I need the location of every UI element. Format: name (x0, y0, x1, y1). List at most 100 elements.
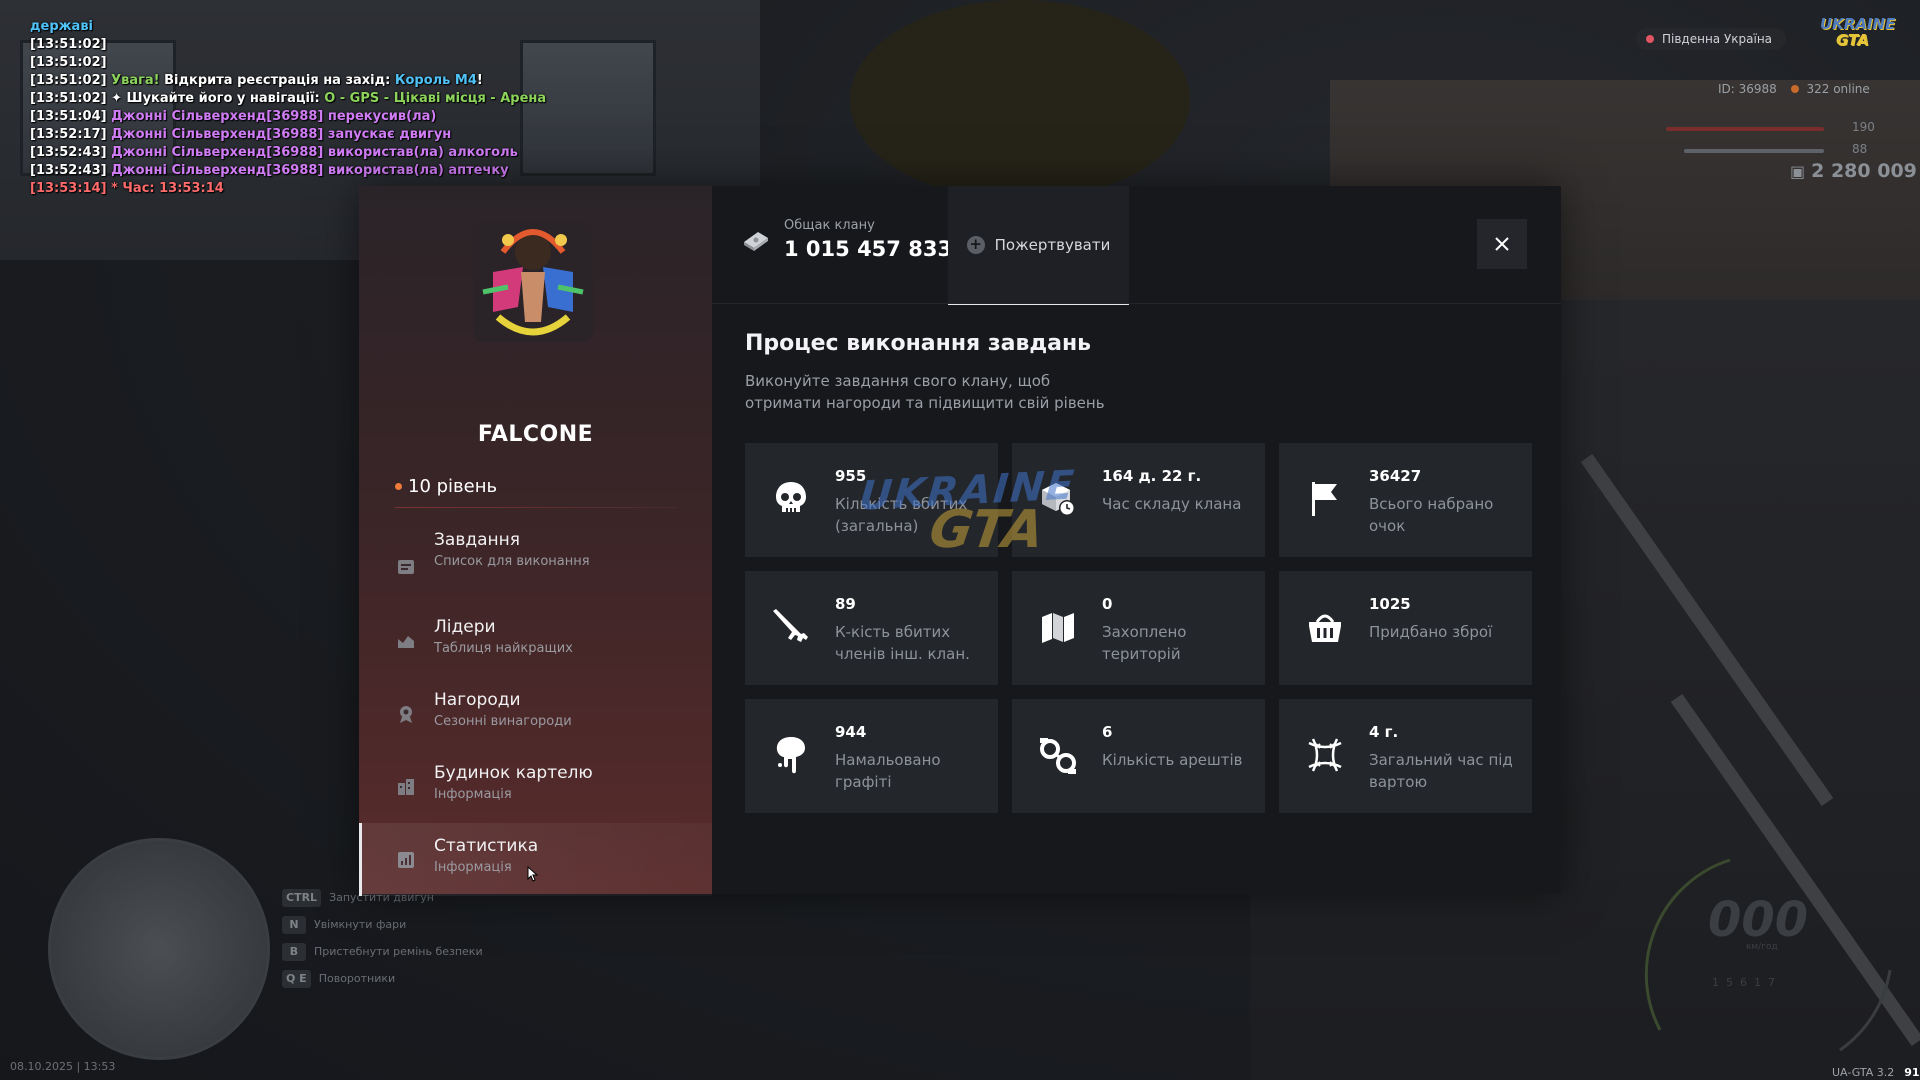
menu-item-title: Лідери (434, 617, 496, 637)
menu-item-title: Статистика (434, 836, 539, 856)
minimap (48, 838, 270, 1060)
health-bar (1666, 127, 1824, 131)
stat-card-territories: 0 Захоплено територій (1012, 571, 1265, 685)
level-dot-icon (395, 483, 402, 490)
money-value: 2 280 009 (1811, 160, 1917, 182)
stat-label: Загальний час під вартою (1369, 751, 1513, 791)
menu-item-leaders[interactable]: Лідери Таблиця найкращих (359, 604, 712, 677)
server-name: Південна Україна (1662, 32, 1773, 46)
gear-indicator: 1 5 6 1 7 (1712, 976, 1775, 989)
stat-card-points: 36427 Всього набрано очок (1279, 443, 1532, 557)
key-cap: B (282, 942, 306, 961)
stat-card-graffiti: 944 Намальовано графіті (745, 699, 998, 813)
flag-icon (1303, 477, 1347, 521)
chat-text: Увага! (106, 73, 165, 88)
game-logo: UKRAINE GTA (1820, 16, 1895, 48)
chat-timestamp: [13:52:43] (30, 145, 107, 160)
menu-item-tasks[interactable]: Завдання Список для виконання (359, 530, 712, 604)
chat-line: [13:51:02] (30, 36, 546, 54)
chat-line: [13:52:17] Джонні Сільверхенд[36988] зап… (30, 126, 546, 144)
stat-card-clan-age: 164 д. 22 г. Час складу клана (1012, 443, 1265, 557)
key-cap: N (282, 915, 306, 934)
clan-treasury: Общак клану 1 015 457 833 (742, 218, 952, 261)
money-display: ▣ 2 280 009 (1790, 160, 1917, 182)
money-stack-icon (744, 231, 768, 251)
stat-value: 0 (1102, 595, 1113, 613)
key-hints: CTRL Запустити двигун N Увімкнути фари B Прис… (282, 884, 483, 992)
key-hint-label: Увімкнути фари (314, 918, 407, 931)
stat-card-kills: 955 Кількість вбитих (загальна) (745, 443, 998, 557)
menu-item-subtitle: Інформація (434, 860, 512, 875)
server-status-icon (1646, 35, 1654, 43)
menu-item-subtitle: Сезонні винагороди (434, 714, 572, 729)
treasury-label: Общак клану (784, 218, 875, 233)
chat-timestamp: [13:51:04] (30, 109, 107, 124)
fps-counter: 91 (1904, 1066, 1920, 1079)
plus-icon: + (966, 235, 985, 254)
key-hint-label: Поворотники (318, 972, 396, 985)
chat-timestamp: [13:53:14] (30, 181, 107, 196)
barbed-wire-icon (1303, 733, 1347, 777)
section-description: Виконуйте завдання свого клану, щоб отри… (745, 372, 1105, 412)
stat-value: 4 г. (1369, 723, 1399, 741)
game-logo-line2: GTA (1836, 31, 1869, 49)
menu-item-statistics[interactable]: Статистика Інформація (359, 823, 712, 896)
player-id: ID: 36988 (1718, 82, 1777, 96)
stat-card-rival-kills: 89 К-кість вбитих членів інш. клан. (745, 571, 998, 685)
donate-label: Пожертвувати (994, 235, 1111, 254)
chat-text: Джонні Сільверхенд[36988] використав(ла)… (106, 163, 509, 178)
menu-item-title: Нагороди (434, 690, 521, 710)
basket-icon (1303, 605, 1347, 649)
chat-text: ✦ Шукайте його у навігації: (106, 91, 325, 106)
house-icon (395, 776, 417, 798)
chat-timestamp: [13:51:02] (30, 55, 107, 70)
stat-label: Кількість вбитих (загальна) (835, 495, 968, 535)
stat-card-arrests: 6 Кількість арештів (1012, 699, 1265, 813)
stat-value: 36427 (1369, 467, 1422, 485)
stat-value: 944 (835, 723, 867, 741)
clan-level-text: 10 рівень (408, 476, 498, 497)
clan-sidebar: FALCONE 10 рівень Завдання Список для ви… (359, 186, 712, 896)
donate-button[interactable]: + Пожертвувати (948, 186, 1129, 305)
chat-log: державі [13:51:02] [13:51:02] [13:51:02] Ув… (30, 18, 546, 198)
chat-line: [13:51:02] ✦ Шукайте його у навігації: O… (30, 90, 546, 108)
skull-icon (769, 477, 813, 521)
chat-text: державі (30, 19, 94, 34)
stats-icon (395, 849, 417, 871)
speed-value: 000 (1708, 892, 1809, 948)
key-hint: B Пристебнути ремінь безпеки (282, 938, 483, 965)
chat-text: Джонні Сільверхенд[36988] використав(ла)… (106, 145, 518, 160)
menu-item-rewards[interactable]: Нагороди Сезонні винагороди (359, 677, 712, 750)
section-title: Процес виконання завдань (745, 331, 1092, 356)
chat-text: Відкрита реєстрація на захід: (164, 73, 395, 88)
version-text: UA-GTA 3.2 (1832, 1066, 1895, 1079)
stat-label: Час складу клана (1102, 495, 1242, 513)
chat-line: [13:52:43] Джонні Сільверхенд[36988] вик… (30, 162, 546, 180)
stat-label: Придбано зброї (1369, 623, 1493, 641)
rifle-icon (769, 605, 813, 649)
menu-item-subtitle: Таблиця найкращих (434, 641, 573, 656)
treasury-value: 1 015 457 833 (784, 237, 953, 261)
header-divider (712, 303, 1561, 304)
mouse-cursor-icon (527, 866, 539, 882)
chat-text: Джонні Сільверхенд[36988] запускає двигу… (106, 127, 452, 142)
chat-text: Джонні Сільверхенд[36988] перекусив(ла) (106, 109, 437, 124)
online-icon (1790, 85, 1799, 93)
close-icon (1495, 237, 1509, 251)
menu-item-title: Будинок картелю (434, 763, 593, 783)
stat-card-weapons-bought: 1025 Придбано зброї (1279, 571, 1532, 685)
chat-line: [13:51:02] Увага! Відкрита реєстрація на… (30, 72, 546, 90)
leaders-icon (395, 630, 417, 652)
menu-item-subtitle: Інформація (434, 787, 512, 802)
rewards-icon (395, 703, 417, 725)
online-count: 322 online (1806, 82, 1870, 96)
paint-drip-icon (769, 733, 813, 777)
menu-item-cartel-house[interactable]: Будинок картелю Інформація (359, 750, 712, 823)
key-hint-label: Пристебнути ремінь безпеки (314, 945, 483, 958)
menu-item-subtitle: Список для виконання (434, 554, 590, 569)
armor-value: 88 (1852, 142, 1868, 156)
server-badge: Південна Україна (1636, 28, 1787, 50)
cube-clock-icon (1036, 477, 1080, 521)
close-button[interactable] (1477, 219, 1527, 269)
handcuffs-icon (1036, 733, 1080, 777)
